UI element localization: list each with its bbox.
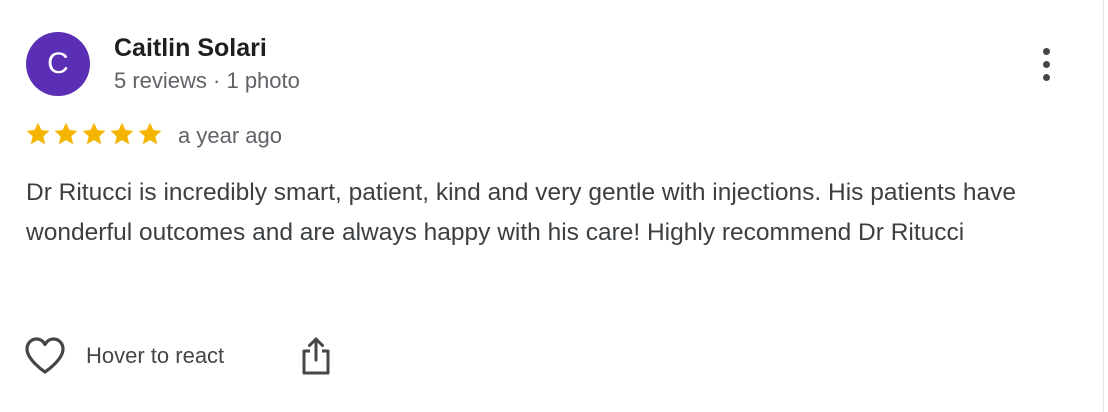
more-options-button[interactable] bbox=[1030, 46, 1062, 82]
review-text: Dr Ritucci is incredibly smart, patient,… bbox=[26, 179, 1016, 246]
star-icon bbox=[110, 122, 134, 145]
review-card: C Caitlin Solari 5 reviews · 1 photo a y… bbox=[0, 0, 1108, 412]
reviewer-meta: 5 reviews · 1 photo bbox=[114, 68, 300, 93]
divider bbox=[1103, 0, 1104, 412]
reviewer-name[interactable]: Caitlin Solari bbox=[114, 34, 267, 63]
review-time: a year ago bbox=[178, 123, 282, 148]
more-vert-icon bbox=[1042, 47, 1050, 55]
react-label: Hover to react bbox=[86, 343, 225, 368]
star-icon bbox=[82, 122, 106, 145]
share-icon bbox=[302, 337, 330, 375]
heart-outline-icon bbox=[25, 337, 65, 374]
more-vert-icon-dot bbox=[1042, 73, 1050, 81]
star-icon bbox=[138, 122, 162, 145]
more-vert-icon-dot bbox=[1042, 60, 1050, 68]
star-rating bbox=[24, 120, 164, 148]
react-button[interactable]: Hover to react bbox=[24, 336, 224, 376]
star-icon bbox=[26, 122, 50, 145]
share-button[interactable] bbox=[300, 336, 332, 376]
star-icon bbox=[54, 122, 78, 145]
avatar-initial: C bbox=[47, 47, 69, 80]
avatar[interactable]: C bbox=[26, 32, 90, 96]
